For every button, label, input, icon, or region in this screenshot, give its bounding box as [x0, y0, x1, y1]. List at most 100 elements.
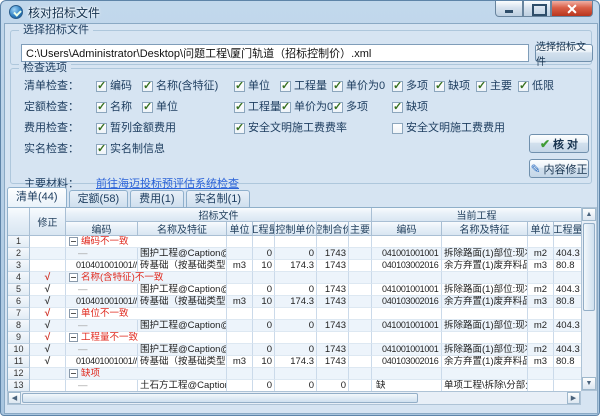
checked-checkbox-icon[interactable] — [234, 102, 245, 113]
bid-total-price[interactable]: 1743 — [317, 344, 349, 356]
cur-code[interactable]: 041001001001 — [372, 320, 442, 332]
cur-code[interactable]: 041001001001 — [372, 284, 442, 296]
bid-major[interactable] — [349, 332, 372, 344]
table-row[interactable]: 1编码不一致 — [8, 236, 582, 248]
cur-unit[interactable]: m2 — [528, 248, 554, 260]
checkbox-option[interactable]: 安全文明施工费费率 — [234, 121, 347, 135]
cur-qty[interactable]: 404.3 — [554, 248, 582, 260]
cur-qty[interactable]: 404.3 — [554, 344, 582, 356]
bid-unit-price[interactable]: 0 — [275, 248, 317, 260]
checked-checkbox-icon[interactable] — [518, 81, 529, 92]
fix-mark[interactable]: √ — [30, 332, 66, 344]
cur-code[interactable] — [372, 368, 442, 380]
scroll-down-icon[interactable]: ▼ — [582, 377, 596, 390]
checkbox-option[interactable]: 编码 — [96, 79, 132, 93]
collapse-icon[interactable] — [69, 273, 78, 282]
cur-code[interactable]: 040103002016 — [372, 356, 442, 368]
bid-qty[interactable] — [253, 332, 275, 344]
fix-mark[interactable] — [30, 260, 66, 272]
table-row[interactable]: 3010401001001//0104砖基础（按基础类型分别m310174.31… — [8, 260, 582, 272]
bid-unit-price[interactable] — [275, 332, 317, 344]
checked-checkbox-icon[interactable] — [392, 102, 403, 113]
cur-name[interactable] — [442, 332, 528, 344]
table-row[interactable]: 6√010401001001//0104砖基础（按基础类型分别m310174.3… — [8, 296, 582, 308]
checkbox-option[interactable]: 多项 — [332, 100, 368, 114]
fix-mark[interactable]: √ — [30, 344, 66, 356]
bid-unit-price[interactable]: 0 — [275, 320, 317, 332]
horizontal-scroll-thumb[interactable] — [22, 393, 418, 403]
row-number[interactable]: 7 — [8, 308, 30, 320]
bid-unit[interactable] — [227, 272, 253, 284]
table-row[interactable]: 5√—围护工程@Caption@001743041001001001拆除路面(1… — [8, 284, 582, 296]
cur-qty[interactable] — [554, 236, 582, 248]
table-row[interactable]: 11√010401001001//0104砖基础（按基础类型分别m310174.… — [8, 356, 582, 368]
checked-checkbox-icon[interactable] — [96, 81, 107, 92]
bid-qty[interactable] — [253, 368, 275, 380]
fix-mark[interactable]: √ — [30, 308, 66, 320]
checkbox-option[interactable]: 单价为0 — [280, 100, 333, 114]
collapse-icon[interactable] — [69, 333, 78, 342]
bid-name[interactable]: 围护工程@Caption@ — [138, 320, 227, 332]
cur-unit[interactable] — [528, 368, 554, 380]
checkbox-option[interactable]: 缺项 — [434, 79, 470, 93]
collapse-icon[interactable] — [69, 369, 78, 378]
bid-unit-price[interactable]: 174.3 — [275, 296, 317, 308]
bid-unit-price[interactable]: 0 — [275, 284, 317, 296]
row-number[interactable]: 6 — [8, 296, 30, 308]
cur-unit[interactable]: m3 — [528, 260, 554, 272]
checkbox-option[interactable]: 单位 — [234, 79, 270, 93]
bid-major[interactable] — [349, 296, 372, 308]
checked-checkbox-icon[interactable] — [96, 144, 107, 155]
cur-name[interactable] — [442, 368, 528, 380]
bid-total-price[interactable] — [317, 368, 349, 380]
fix-mark[interactable] — [30, 236, 66, 248]
table-row[interactable]: 7√单位不一致 — [8, 308, 582, 320]
row-number[interactable]: 11 — [8, 356, 30, 368]
cur-qty[interactable] — [554, 368, 582, 380]
bid-unit[interactable]: m3 — [227, 296, 253, 308]
group-title-cell[interactable]: 名称(含特征)不一致 — [66, 272, 227, 284]
bid-unit-price[interactable]: 0 — [275, 344, 317, 356]
fix-mark[interactable]: √ — [30, 284, 66, 296]
bid-major[interactable] — [349, 344, 372, 356]
row-number[interactable]: 4 — [8, 272, 30, 284]
checked-checkbox-icon[interactable] — [332, 81, 343, 92]
row-number[interactable]: 3 — [8, 260, 30, 272]
cur-qty[interactable]: 404.3 — [554, 284, 582, 296]
checked-checkbox-icon[interactable] — [280, 81, 291, 92]
tab-item[interactable]: 清单(44) — [7, 187, 67, 207]
checked-checkbox-icon[interactable] — [476, 81, 487, 92]
fix-mark[interactable]: √ — [30, 320, 66, 332]
bid-name[interactable]: 砖基础（按基础类型分别 — [138, 260, 227, 272]
bid-name[interactable]: 砖基础（按基础类型分别 — [138, 296, 227, 308]
cur-name[interactable] — [442, 236, 528, 248]
cur-code[interactable] — [372, 308, 442, 320]
bid-code[interactable]: — — [66, 248, 138, 260]
bid-unit[interactable] — [227, 320, 253, 332]
checkbox-option[interactable]: 主要 — [476, 79, 512, 93]
cur-qty[interactable]: 80.8 — [554, 296, 582, 308]
cur-name[interactable]: 余方弃置(1)废弃料品种:破路拆除 — [442, 260, 528, 272]
bid-unit-price[interactable] — [275, 236, 317, 248]
vertical-scroll-thumb[interactable] — [583, 223, 595, 311]
checked-checkbox-icon[interactable] — [280, 102, 291, 113]
tab-item[interactable]: 定额(58) — [69, 190, 129, 207]
collapse-icon[interactable] — [69, 309, 78, 318]
file-path-input[interactable] — [21, 44, 529, 62]
bid-total-price[interactable]: 1743 — [317, 356, 349, 368]
scroll-up-icon[interactable]: ▲ — [582, 208, 596, 221]
cur-unit[interactable]: m3 — [528, 296, 554, 308]
cur-name[interactable]: 余方弃置(1)废弃料品种:破路拆除 — [442, 356, 528, 368]
cur-name[interactable] — [442, 272, 528, 284]
row-number[interactable]: 5 — [8, 284, 30, 296]
bid-major[interactable] — [349, 356, 372, 368]
bid-total-price[interactable] — [317, 272, 349, 284]
maximize-icon[interactable] — [523, 1, 551, 17]
cur-code[interactable]: 041001001001 — [372, 248, 442, 260]
bid-total-price[interactable]: 1743 — [317, 296, 349, 308]
bid-qty[interactable]: 10 — [253, 296, 275, 308]
bid-code[interactable]: — — [66, 320, 138, 332]
bid-unit[interactable]: m3 — [227, 356, 253, 368]
checkbox-option[interactable]: 单位 — [142, 100, 178, 114]
bid-major[interactable] — [349, 272, 372, 284]
